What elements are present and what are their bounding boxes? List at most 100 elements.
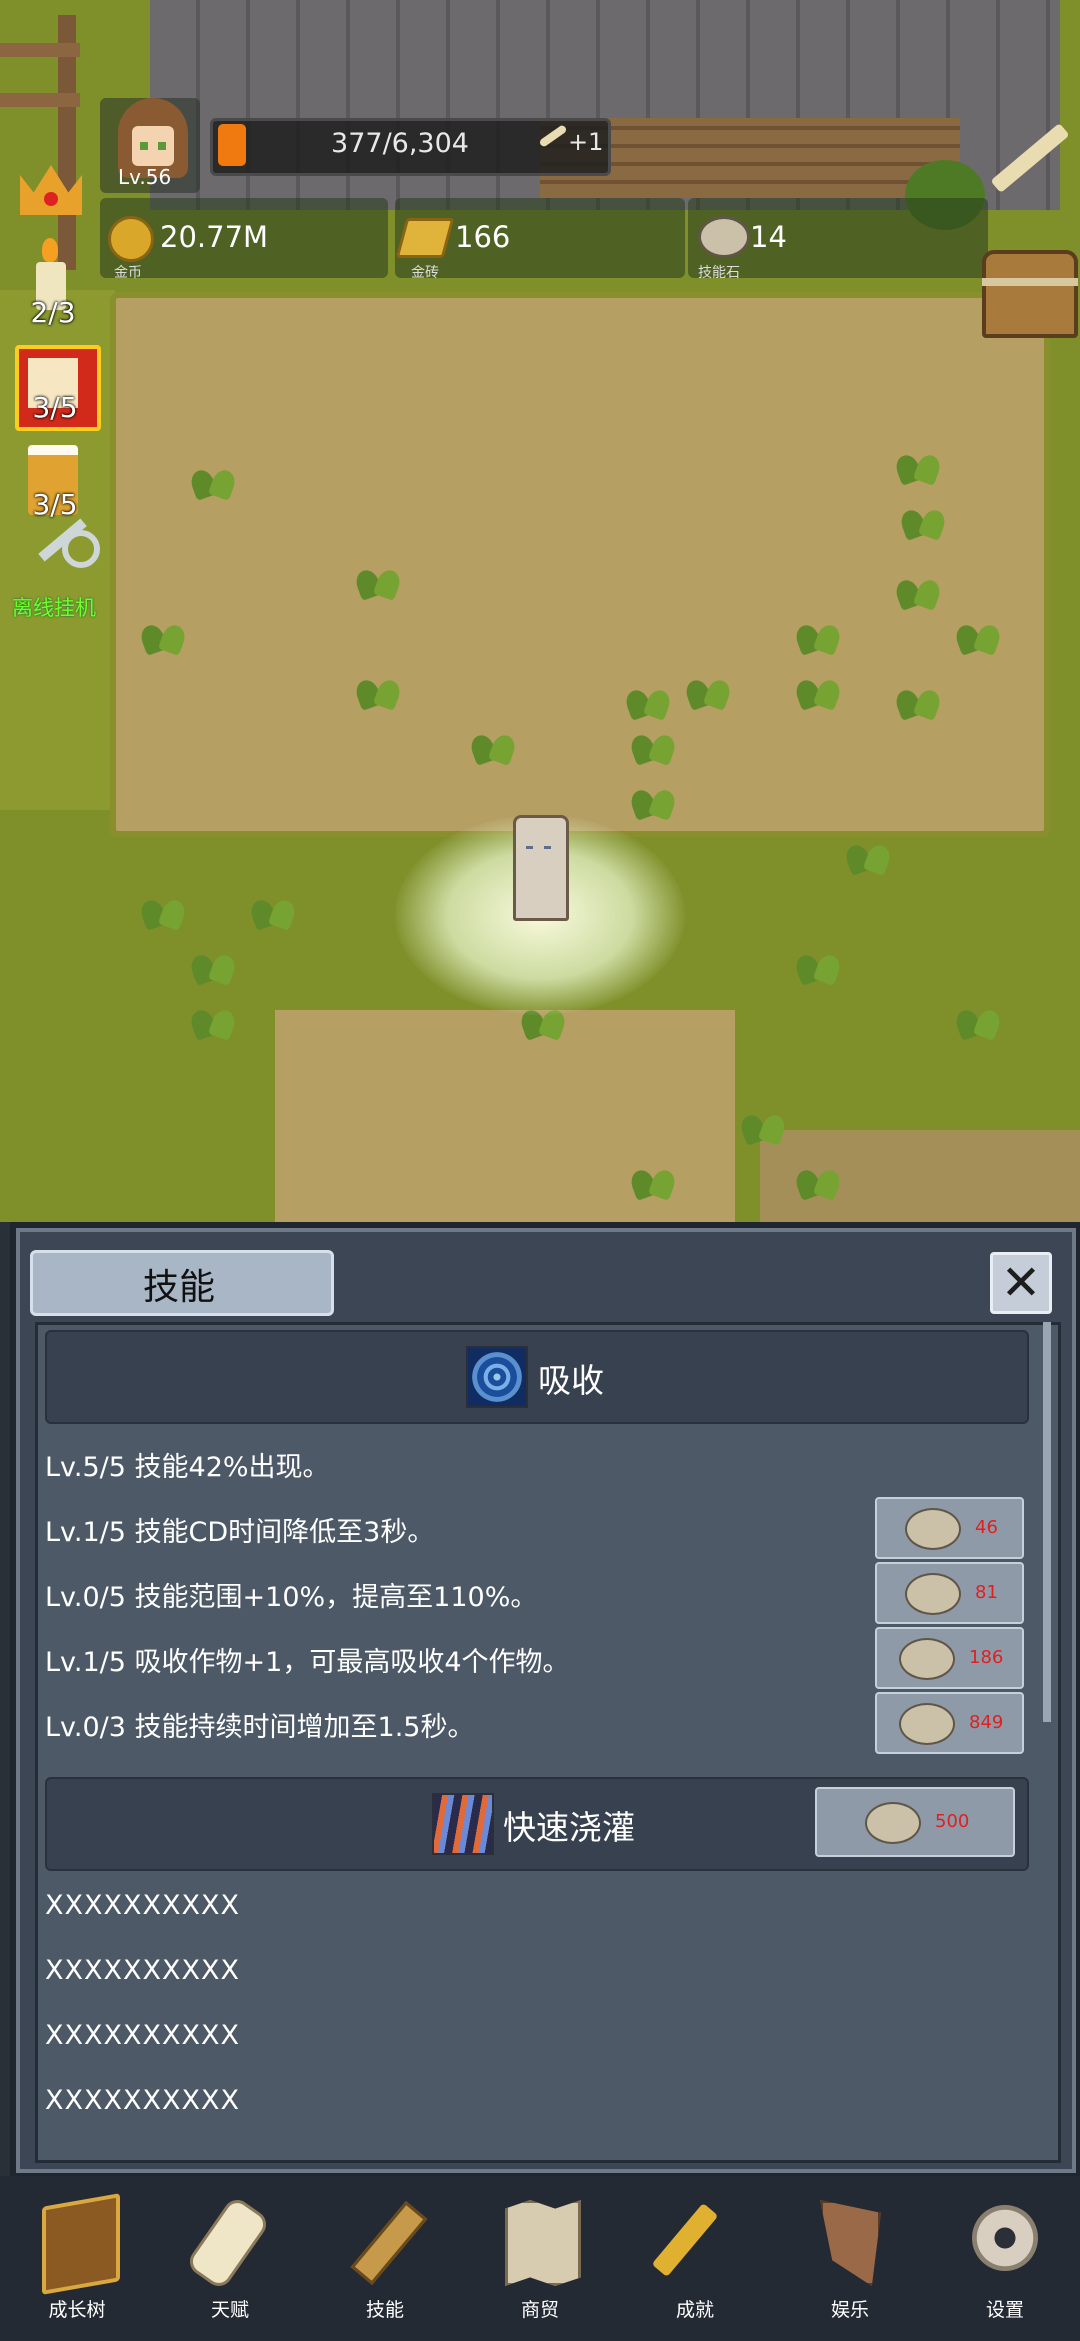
stone-player-character [513,815,569,921]
upgrade-cost: 81 [975,1582,998,1603]
candle-flame [42,238,58,262]
xp-bonus: +1 [568,128,604,156]
crop-sprout[interactable] [630,780,676,818]
skill-upgrade-row: Lv.0/3 技能持续时间增加至1.5秒。 [45,1712,475,1743]
book-icon [42,2193,120,2295]
crown-gem [44,192,58,206]
eye [526,846,533,849]
skill-name: 快速浇灌 [503,1808,635,1847]
eye [544,846,551,849]
scroll-icon [184,2194,272,2292]
crop-sprout[interactable] [250,890,296,928]
nav-entertainment[interactable]: 娱乐 [795,2200,905,2335]
panel-title: 技能 [142,1267,215,1308]
upgrade-cost: 46 [975,1517,998,1538]
candle-count: 2/3 [30,296,76,329]
upgrade-button[interactable]: 81 [875,1562,1024,1624]
skill-stone-icon [865,1802,921,1844]
dice-count: 3/5 [32,391,78,424]
nav-talent[interactable]: 天赋 [175,2194,285,2335]
locked-row: XXXXXXXXXX [45,1890,240,1921]
skill-stone-icon [899,1638,955,1680]
crop-sprout[interactable] [955,615,1001,653]
locked-row: XXXXXXXXXX [45,2085,240,2116]
nav-label: 成长树 [48,2299,106,2321]
crop-sprout[interactable] [355,670,401,708]
skill-name: 吸收 [538,1361,604,1400]
fence-rail [0,93,80,107]
skill-stone-icon [899,1703,955,1745]
upgrade-button[interactable]: 849 [875,1692,1024,1754]
treasure-chest-icon[interactable] [982,250,1078,338]
gold-resource: 20.77M 金币 [100,198,388,281]
crop-sprout[interactable] [190,1000,236,1038]
offline-idle-label[interactable]: 离线挂机 [12,592,96,622]
nav-label: 设置 [985,2299,1024,2321]
skill-stone-caption: 技能石 [698,265,740,281]
fence [0,15,85,275]
upgrade-button[interactable]: 186 [875,1627,1024,1689]
avatar-face [132,126,174,166]
locked-row: XXXXXXXXXX [45,1955,240,1986]
nav-achievement[interactable]: 成就 [640,2200,750,2335]
nav-skill[interactable]: 技能 [330,2200,440,2335]
gold-bar-icon [395,218,455,258]
close-button[interactable]: ✕ [990,1252,1052,1314]
crop-sprout[interactable] [845,835,891,873]
nav-settings[interactable]: 设置 [950,2200,1060,2335]
upgrade-cost: 849 [969,1712,1004,1733]
gear-icon [972,2205,1038,2271]
sword-icon [350,2201,428,2285]
gold-caption: 金币 [114,265,142,281]
skill-upgrade-row: Lv.0/5 技能范围+10%，提高至110%。 [45,1582,538,1613]
crop-sprout[interactable] [685,670,731,708]
unlock-button[interactable]: 500 [815,1787,1015,1857]
crop-sprout[interactable] [140,890,186,928]
crop-sprout[interactable] [140,615,186,653]
crop-sprout[interactable] [190,460,236,498]
skill-stone-value: 14 [750,220,787,254]
crop-sprout[interactable] [900,500,946,538]
xp-fill [218,124,246,166]
nav-trade[interactable]: 商贸 [485,2200,595,2335]
skill-upgrade-row: Lv.1/5 技能CD时间降低至3秒。 [45,1517,435,1548]
crop-sprout[interactable] [190,945,236,983]
xp-text: 377/6,304 [331,128,469,159]
crop-sprout[interactable] [895,445,941,483]
swirl-icon [466,1346,528,1408]
skill-header-absorb [45,1330,1029,1424]
avatar-eye [140,142,148,150]
crop-sprout[interactable] [795,670,841,708]
crop-sprout[interactable] [740,1105,786,1143]
skill-upgrade-row: Lv.5/5 技能42%出现。 [45,1452,330,1483]
scrollbar[interactable] [1043,1322,1051,1722]
crop-sprout[interactable] [795,615,841,653]
crop-sprout[interactable] [355,560,401,598]
upgrade-button[interactable]: 46 [875,1497,1024,1559]
upgrade-cost: 186 [969,1647,1004,1668]
crop-sprout[interactable] [625,680,671,718]
crop-sprout[interactable] [630,1160,676,1198]
nav-label: 天赋 [210,2299,249,2321]
fence-rail [0,43,80,57]
key-icon [651,2202,719,2278]
skill-stone-icon [698,216,750,258]
crop-sprout[interactable] [955,1000,1001,1038]
crop-sprout[interactable] [895,680,941,718]
skill-upgrade-row: Lv.1/5 吸收作物+1，可最高吸收4个作物。 [45,1647,570,1678]
close-icon: ✕ [1000,1255,1042,1311]
nav-growth-tree[interactable]: 成长树 [22,2193,132,2335]
gold-bar-value: 166 [455,220,511,254]
gold-coin-icon [108,216,154,262]
dirt-plot [110,292,1050,837]
nav-label: 商贸 [520,2299,559,2321]
crop-sprout[interactable] [470,725,516,763]
crop-sprout[interactable] [630,725,676,763]
banner-icon [820,2200,881,2286]
crop-sprout[interactable] [895,570,941,608]
stripes-icon [432,1793,494,1855]
crop-sprout[interactable] [795,945,841,983]
crop-sprout[interactable] [795,1160,841,1198]
beer-count: 3/5 [32,488,78,521]
gold-bar-caption: 金砖 [411,265,439,281]
